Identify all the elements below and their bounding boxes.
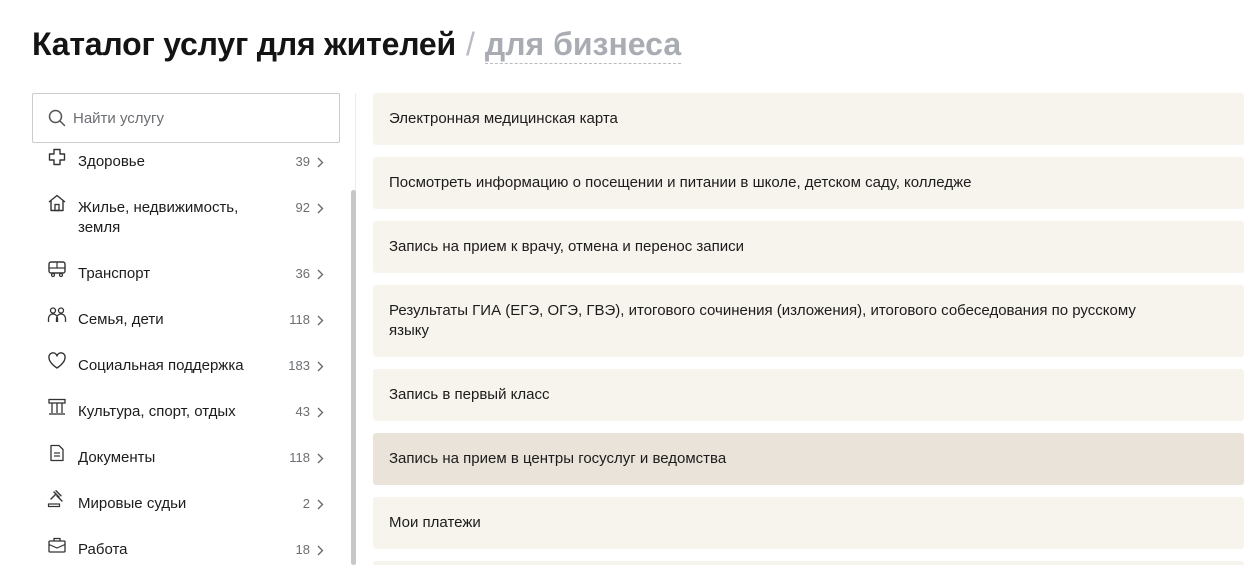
page-header: Каталог услуг для жителей / для бизнеса [32,26,682,66]
chevron-right-icon [312,310,324,330]
briefcase-icon [46,536,68,558]
service-card-first-grade[interactable]: Запись в первый класс [373,369,1244,421]
category-label: Социальная поддержка [78,357,244,374]
category-label: Мировые судьи [78,495,187,512]
service-card-gosuslugi-centers[interactable]: Запись на прием в центры госуслуг и ведо… [373,433,1244,485]
category-label: Семья, дети [78,311,164,328]
category-item-health[interactable]: Здоровье 39 [46,148,324,172]
search-input[interactable] [73,109,313,127]
service-card-partial[interactable] [373,561,1244,565]
category-item-documents[interactable]: Документы 118 [46,444,324,468]
service-label: Запись на прием в центры госуслуг и ведо… [389,450,727,467]
chevron-right-icon [312,448,324,468]
category-count: 18 [295,542,310,557]
service-card-emk[interactable]: Электронная медицинская карта [373,93,1244,145]
service-card-school-attendance[interactable]: Посмотреть информацию о посещении и пита… [373,157,1244,209]
category-count: 118 [289,450,310,465]
chevron-right-icon [312,198,324,218]
gavel-icon [46,490,68,512]
service-label: Посмотреть информацию о посещении и пита… [389,174,972,191]
museum-icon [46,398,68,420]
category-label: Транспорт [78,265,151,282]
category-count: 183 [288,358,310,373]
title-separator: / [466,26,475,62]
chevron-right-icon [312,402,324,422]
heart-icon [46,352,68,374]
category-item-social-support[interactable]: Социальная поддержка 183 [46,352,324,376]
bus-icon [46,260,68,282]
service-card-doctor-appointment[interactable]: Запись на прием к врачу, отмена и перено… [373,221,1244,273]
page-title: Каталог услуг для жителей [32,26,456,62]
sidebar-scrollbar[interactable] [351,190,356,565]
business-catalog-link[interactable]: для бизнеса [484,26,682,65]
chevron-right-icon [312,152,324,172]
category-count: 36 [295,266,310,281]
service-label: Запись на прием к врачу, отмена и перено… [389,238,744,255]
chevron-right-icon [312,494,324,514]
category-item-culture-sport[interactable]: Культура, спорт, отдых 43 [46,398,324,422]
category-label: Документы [78,449,156,466]
category-count: 43 [295,404,310,419]
category-count: 39 [295,154,310,169]
category-count: 118 [289,312,310,327]
category-count: 2 [302,496,310,511]
service-label: Результаты ГИА (ЕГЭ, ОГЭ, ГВЭ), итоговог… [389,302,1136,339]
category-count: 92 [295,200,310,215]
category-label: Работа [78,541,128,558]
chevron-right-icon [312,264,324,284]
category-item-justices[interactable]: Мировые судьи 2 [46,490,324,514]
category-item-transport[interactable]: Транспорт 36 [46,261,324,284]
service-label: Электронная медицинская карта [389,110,618,127]
category-item-family[interactable]: Семья, дети 118 [46,307,324,330]
chevron-right-icon [312,356,324,376]
chevron-right-icon [312,540,324,560]
service-label: Запись в первый класс [389,386,550,403]
category-label: Здоровье [78,153,145,170]
search-icon [47,108,67,128]
service-card-exam-results[interactable]: Результаты ГИА (ЕГЭ, ОГЭ, ГВЭ), итоговог… [373,285,1244,357]
category-item-work[interactable]: Работа 18 [46,537,324,560]
category-label: Культура, спорт, отдых [78,403,236,420]
service-label: Мои платежи [389,514,481,531]
family-icon [46,306,68,328]
category-label: Жилье, недвижимость, земля [78,199,239,236]
document-icon [46,444,68,466]
health-cross-icon [46,148,68,170]
search-box[interactable] [32,93,340,143]
category-item-housing[interactable]: Жилье, недвижимость, земля 92 [46,194,324,238]
house-icon [46,194,68,216]
service-card-payments[interactable]: Мои платежи [373,497,1244,549]
